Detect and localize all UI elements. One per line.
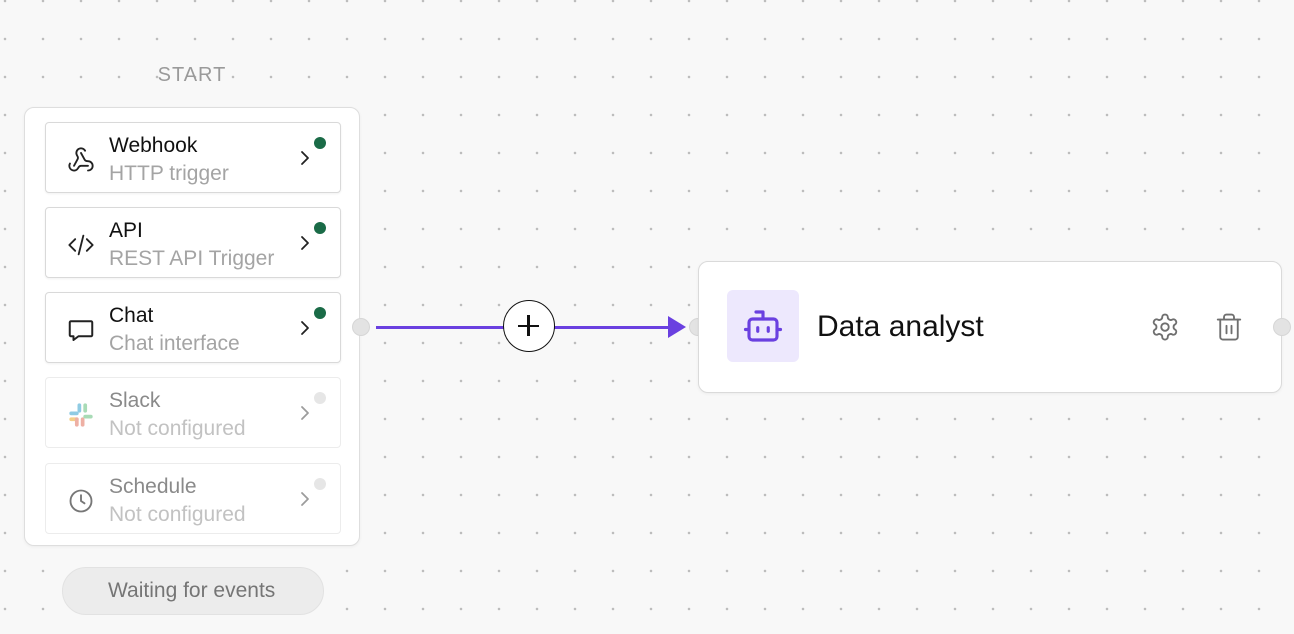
- trigger-card-slack[interactable]: Slack Not configured: [45, 377, 341, 448]
- status-dot-inactive: [314, 392, 326, 404]
- status-dot-active: [314, 307, 326, 319]
- trigger-description: HTTP trigger: [109, 162, 229, 185]
- chevron-right-icon: [301, 151, 309, 165]
- webhook-icon: [66, 145, 96, 175]
- trigger-name: Webhook: [109, 134, 198, 157]
- clock-icon: [66, 486, 96, 516]
- trigger-description: REST API Trigger: [109, 247, 275, 270]
- status-dot-active: [314, 222, 326, 234]
- arrow-head-icon: [668, 316, 686, 338]
- chevron-right-icon: [301, 236, 309, 250]
- robot-icon: [743, 310, 783, 342]
- trigger-card-schedule[interactable]: Schedule Not configured: [45, 463, 341, 534]
- status-dot-inactive: [314, 478, 326, 490]
- trigger-name: Slack: [109, 389, 161, 412]
- agent-title: Data analyst: [817, 310, 984, 343]
- slack-icon: [66, 400, 96, 430]
- chevron-right-icon: [301, 406, 309, 420]
- trigger-card-api[interactable]: API REST API Trigger: [45, 207, 341, 278]
- chevron-right-icon: [301, 492, 309, 506]
- agent-icon-container: [727, 290, 799, 362]
- connection-line: [554, 326, 672, 329]
- start-label: START: [157, 64, 227, 86]
- code-icon: [66, 230, 96, 260]
- trigger-name: Schedule: [109, 475, 197, 498]
- start-triggers-panel: Webhook HTTP trigger API REST API Trigge…: [24, 107, 360, 546]
- start-output-port[interactable]: [352, 318, 370, 336]
- waiting-status-badge: Waiting for events: [62, 567, 324, 615]
- trigger-description: Not configured: [109, 503, 246, 526]
- trigger-card-webhook[interactable]: Webhook HTTP trigger: [45, 122, 341, 193]
- connection-line: [376, 326, 504, 329]
- agent-node-data-analyst[interactable]: Data analyst: [698, 261, 1282, 393]
- trigger-description: Not configured: [109, 417, 246, 440]
- add-step-button[interactable]: [503, 300, 555, 352]
- chevron-right-icon: [301, 321, 309, 335]
- settings-button[interactable]: [1148, 310, 1182, 344]
- gear-icon: [1152, 313, 1178, 341]
- delete-button[interactable]: [1212, 310, 1246, 344]
- trigger-card-chat[interactable]: Chat Chat interface: [45, 292, 341, 363]
- trash-icon: [1216, 313, 1242, 341]
- status-dot-active: [314, 137, 326, 149]
- trigger-name: API: [109, 219, 143, 242]
- chat-bubble-icon: [66, 315, 96, 345]
- trigger-description: Chat interface: [109, 332, 240, 355]
- trigger-name: Chat: [109, 304, 154, 327]
- agent-output-port[interactable]: [1273, 318, 1291, 336]
